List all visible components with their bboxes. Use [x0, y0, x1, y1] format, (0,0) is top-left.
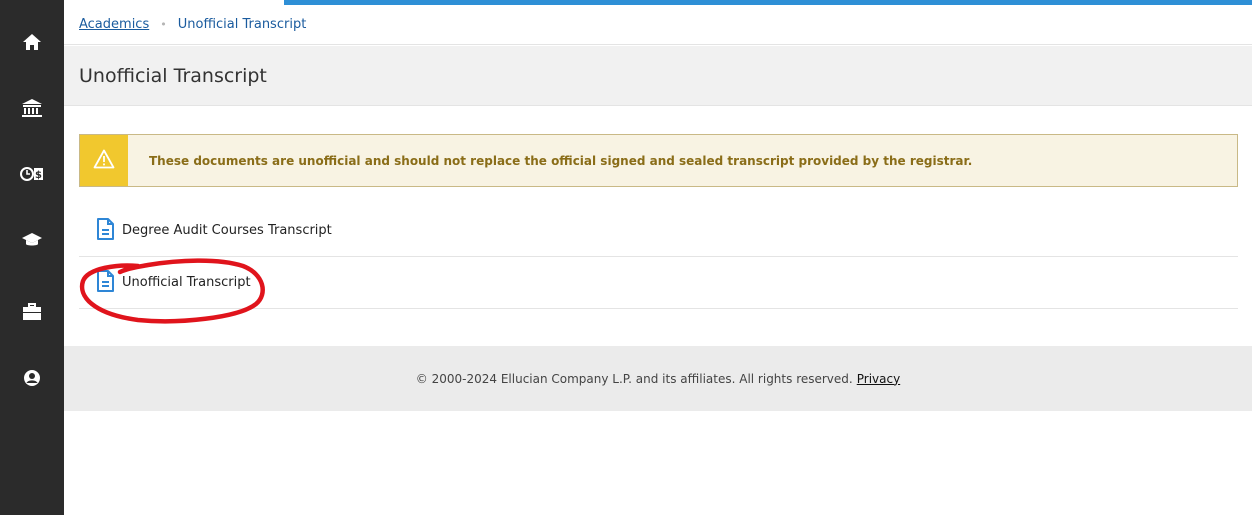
document-label[interactable]: Unofficial Transcript: [122, 275, 251, 290]
alert-icon-container: [80, 135, 128, 186]
nav-employment[interactable]: [0, 290, 64, 334]
graduation-cap-icon: [21, 231, 43, 249]
document-item-degree-audit[interactable]: Degree Audit Courses Transcript: [79, 205, 1238, 257]
nav-academics[interactable]: [0, 218, 64, 262]
footer-copyright: © 2000-2024 Ellucian Company L.P. and it…: [415, 371, 853, 386]
sidebar-nav: $: [0, 0, 64, 515]
nav-profile[interactable]: [0, 356, 64, 400]
breadcrumb-current: Unofficial Transcript: [177, 17, 307, 32]
nav-finance[interactable]: [0, 86, 64, 130]
bank-icon: [21, 98, 43, 118]
breadcrumb-link-academics[interactable]: Academics: [79, 17, 149, 32]
user-circle-icon: [23, 369, 41, 387]
document-item-unofficial-transcript[interactable]: Unofficial Transcript: [79, 257, 1238, 309]
home-icon: [22, 32, 42, 52]
svg-text:$: $: [35, 170, 42, 181]
footer-privacy-link[interactable]: Privacy: [857, 372, 900, 386]
page-title: Unofficial Transcript: [79, 64, 267, 87]
page-header: Unofficial Transcript: [64, 46, 1252, 106]
unofficial-warning-alert: These documents are unofficial and shoul…: [79, 134, 1238, 187]
page-footer: © 2000-2024 Ellucian Company L.P. and it…: [64, 346, 1252, 411]
clock-dollar-icon: $: [20, 165, 44, 183]
breadcrumb: Academics • Unofficial Transcript: [64, 5, 1252, 45]
nav-home[interactable]: [0, 20, 64, 64]
alert-message: These documents are unofficial and shoul…: [149, 153, 973, 168]
document-icon: [96, 269, 115, 296]
nav-time-pay[interactable]: $: [0, 152, 64, 196]
document-label[interactable]: Degree Audit Courses Transcript: [122, 223, 332, 238]
breadcrumb-separator: •: [160, 18, 167, 31]
briefcase-icon: [22, 303, 42, 321]
document-list: Degree Audit Courses Transcript Unoffici…: [79, 205, 1238, 309]
warning-icon: [93, 149, 115, 173]
document-icon: [96, 217, 115, 244]
